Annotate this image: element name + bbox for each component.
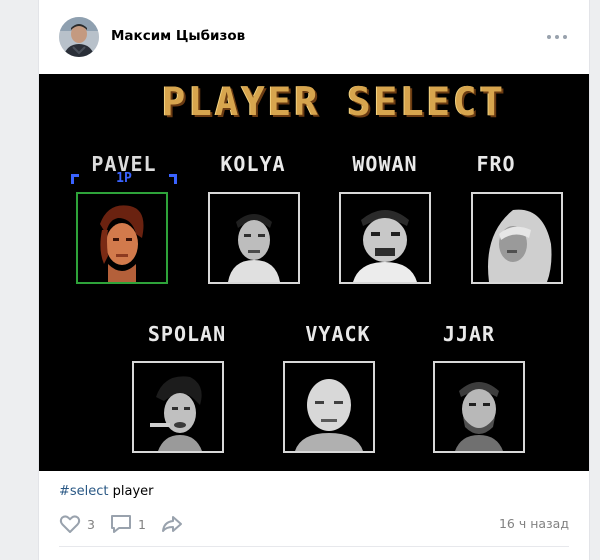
player-portrait-jjar[interactable] [433,361,525,453]
player-name-vyack: VYACK [305,322,371,346]
divider [59,546,569,547]
comment-count: 1 [138,516,146,532]
player-portrait-fro[interactable] [471,192,563,284]
player-name-wowan: WOWAN [352,152,418,176]
player-portrait-spolan[interactable] [132,361,224,453]
like-count: 3 [87,516,95,532]
player-name-kolya: KOLYA [220,152,286,176]
player-name-spolan: SPOLAN [147,322,227,346]
player-portrait-wowan[interactable] [339,192,431,284]
comment-icon [111,515,131,533]
heart-icon [59,515,81,533]
player-portrait-vyack[interactable] [283,361,375,453]
share-button[interactable] [161,512,183,536]
player-portrait-kolya[interactable] [208,192,300,284]
post-card: Максим Цыбизов PLAYER SELECT PAVEL KOLYA… [38,0,590,560]
comment-button[interactable]: 1 [110,512,146,536]
more-dots-icon[interactable] [547,31,567,43]
player-portrait-pavel[interactable] [76,192,168,284]
player-name-fro: FRO [476,152,516,176]
post-header: Максим Цыбизов [39,0,589,74]
caption-text: player [108,484,154,499]
like-button[interactable]: 3 [59,512,95,536]
game-title: PLAYER SELECT [161,80,507,125]
author-name[interactable]: Максим Цыбизов [111,28,245,44]
post-caption: #select player [59,484,154,499]
post-image[interactable]: PLAYER SELECT PAVEL KOLYA WOWAN FRO 1P S… [39,74,589,471]
share-icon [162,516,182,532]
avatar[interactable] [59,17,99,57]
hashtag-link[interactable]: #select [59,484,109,499]
p1-indicator: 1P [116,171,132,186]
post-actions: 3 1 16 ч назад [59,512,569,536]
player-name-jjar: JJAR [442,322,496,346]
selector-bracket-right [169,174,177,184]
post-timestamp[interactable]: 16 ч назад [499,516,569,531]
